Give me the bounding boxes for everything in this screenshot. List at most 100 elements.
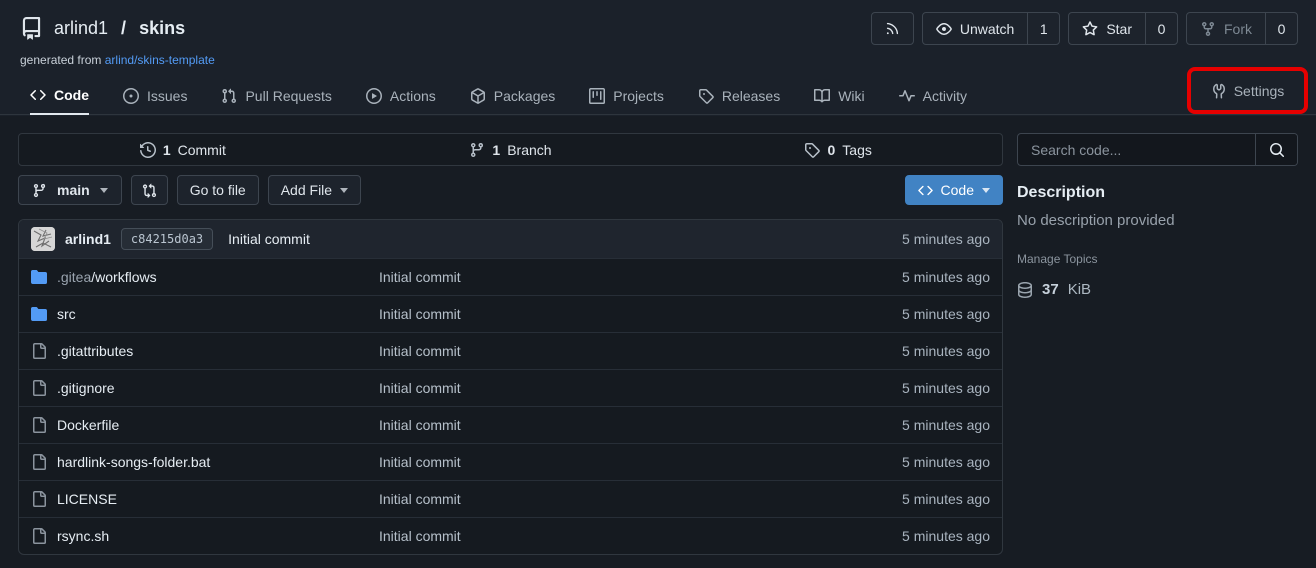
file-icon bbox=[31, 528, 47, 544]
search-input[interactable] bbox=[1018, 134, 1255, 165]
tab-releases[interactable]: Releases bbox=[698, 77, 780, 114]
file-name: rsync.sh bbox=[57, 528, 109, 544]
repo-title: arlind1/skins bbox=[20, 17, 185, 40]
go-to-file-button[interactable]: Go to file bbox=[177, 175, 259, 205]
tab-activity[interactable]: Activity bbox=[899, 77, 967, 114]
file-commit-message[interactable]: Initial commit bbox=[379, 343, 850, 359]
unwatch-button[interactable]: Unwatch bbox=[923, 13, 1027, 44]
file-name: hardlink-songs-folder.bat bbox=[57, 454, 210, 470]
file-commit-message[interactable]: Initial commit bbox=[379, 417, 850, 433]
fork-button[interactable]: Fork bbox=[1187, 13, 1265, 44]
file-link[interactable]: hardlink-songs-folder.bat bbox=[31, 454, 379, 470]
repo-icon bbox=[20, 17, 43, 40]
repo-summary-bar: 1 Commit 1 Branch 0 Tags bbox=[18, 133, 1003, 166]
file-name: LICENSE bbox=[57, 491, 117, 507]
file-link[interactable]: .gitignore bbox=[31, 380, 379, 396]
go-to-file-label: Go to file bbox=[190, 182, 246, 198]
file-link[interactable]: Dockerfile bbox=[31, 417, 379, 433]
tab-pull-requests[interactable]: Pull Requests bbox=[221, 77, 331, 114]
highlight-box: Settings bbox=[1187, 67, 1308, 114]
tab-actions[interactable]: Actions bbox=[366, 77, 436, 114]
commit-hash[interactable]: c84215d0a3 bbox=[121, 228, 213, 250]
file-commit-message[interactable]: Initial commit bbox=[379, 269, 850, 285]
tab-label: Actions bbox=[390, 88, 436, 104]
book-icon bbox=[814, 88, 830, 104]
code-button-label: Code bbox=[941, 182, 974, 198]
commit-message[interactable]: Initial commit bbox=[228, 231, 310, 247]
repo-size-unit: KiB bbox=[1068, 281, 1091, 298]
file-icon bbox=[31, 380, 47, 396]
branch-selector[interactable]: main bbox=[18, 175, 122, 205]
tab-settings[interactable]: Settings bbox=[1211, 83, 1285, 99]
table-row: .gitattributes Initial commit 5 minutes … bbox=[19, 332, 1002, 369]
search-button[interactable] bbox=[1255, 134, 1297, 165]
file-commit-message[interactable]: Initial commit bbox=[379, 306, 850, 322]
repo-header: arlind1/skins Unwatch 1 Star 0 bbox=[0, 0, 1316, 116]
tags-link[interactable]: 0 Tags bbox=[674, 134, 1002, 165]
template-repo-link[interactable]: arlind/skins-template bbox=[105, 53, 215, 67]
rss-button[interactable] bbox=[871, 12, 914, 45]
file-link[interactable]: src bbox=[31, 306, 379, 322]
manage-topics-link[interactable]: Manage Topics bbox=[1017, 252, 1298, 266]
file-commit-time: 5 minutes ago bbox=[850, 491, 990, 507]
tab-label: Settings bbox=[1234, 83, 1285, 99]
repo-owner-link[interactable]: arlind1 bbox=[54, 18, 108, 39]
pulse-icon bbox=[899, 88, 915, 104]
file-commit-message[interactable]: Initial commit bbox=[379, 491, 850, 507]
avatar[interactable] bbox=[31, 227, 55, 251]
tab-packages[interactable]: Packages bbox=[470, 77, 555, 114]
watch-count[interactable]: 1 bbox=[1027, 13, 1059, 44]
commit-count: 1 bbox=[163, 142, 171, 158]
file-link[interactable]: rsync.sh bbox=[31, 528, 379, 544]
file-commit-time: 5 minutes ago bbox=[850, 343, 990, 359]
chevron-down-icon bbox=[340, 188, 348, 193]
file-link[interactable]: LICENSE bbox=[31, 491, 379, 507]
file-name-prefix: .gitea bbox=[57, 269, 91, 285]
branch-icon bbox=[469, 142, 485, 158]
repo-name-link[interactable]: skins bbox=[139, 18, 185, 39]
file-toolbar: main Go to file Add File Code bbox=[18, 175, 1003, 205]
description-title: Description bbox=[1017, 184, 1298, 202]
star-icon bbox=[1082, 21, 1098, 37]
fork-count[interactable]: 0 bbox=[1265, 13, 1297, 44]
star-button[interactable]: Star bbox=[1069, 13, 1145, 44]
tag-count: 0 bbox=[827, 142, 835, 158]
branches-link[interactable]: 1 Branch bbox=[347, 134, 675, 165]
tab-issues[interactable]: Issues bbox=[123, 77, 187, 114]
folder-icon bbox=[31, 306, 47, 322]
tab-code[interactable]: Code bbox=[30, 77, 89, 115]
tools-icon bbox=[1211, 83, 1227, 99]
code-download-button[interactable]: Code bbox=[905, 175, 1003, 205]
repo-content: 1 Commit 1 Branch 0 Tags main bbox=[0, 116, 1316, 555]
file-commit-message[interactable]: Initial commit bbox=[379, 454, 850, 470]
commit-time: 5 minutes ago bbox=[902, 231, 990, 247]
commits-link[interactable]: 1 Commit bbox=[19, 134, 347, 165]
file-link[interactable]: .gitattributes bbox=[31, 343, 379, 359]
tab-label: Pull Requests bbox=[245, 88, 331, 104]
table-row: .gitea/workflows Initial commit 5 minute… bbox=[19, 258, 1002, 295]
rss-button-segment[interactable] bbox=[872, 13, 913, 44]
star-count[interactable]: 0 bbox=[1145, 13, 1177, 44]
repo-tabs: Code Issues Pull Requests Actions Packag… bbox=[0, 77, 1316, 115]
fork-icon bbox=[1200, 21, 1216, 37]
add-file-button[interactable]: Add File bbox=[268, 175, 361, 205]
compare-button[interactable] bbox=[131, 175, 168, 205]
file-table: arlind1 c84215d0a3 Initial commit 5 minu… bbox=[18, 219, 1003, 555]
tag-icon bbox=[698, 88, 714, 104]
latest-commit-row: arlind1 c84215d0a3 Initial commit 5 minu… bbox=[19, 220, 1002, 258]
file-commit-message[interactable]: Initial commit bbox=[379, 528, 850, 544]
tab-label: Activity bbox=[923, 88, 967, 104]
tab-projects[interactable]: Projects bbox=[589, 77, 664, 114]
tab-label: Packages bbox=[494, 88, 555, 104]
file-link[interactable]: .gitea/workflows bbox=[31, 269, 379, 285]
tab-wiki[interactable]: Wiki bbox=[814, 77, 864, 114]
code-search bbox=[1017, 133, 1298, 166]
folder-icon bbox=[31, 269, 47, 285]
tag-count-label: Tags bbox=[842, 142, 872, 158]
unwatch-label: Unwatch bbox=[960, 21, 1014, 37]
file-commit-message[interactable]: Initial commit bbox=[379, 380, 850, 396]
commit-author[interactable]: arlind1 bbox=[65, 231, 111, 247]
branch-name: main bbox=[57, 182, 90, 198]
file-icon bbox=[31, 491, 47, 507]
project-board-icon bbox=[589, 88, 605, 104]
